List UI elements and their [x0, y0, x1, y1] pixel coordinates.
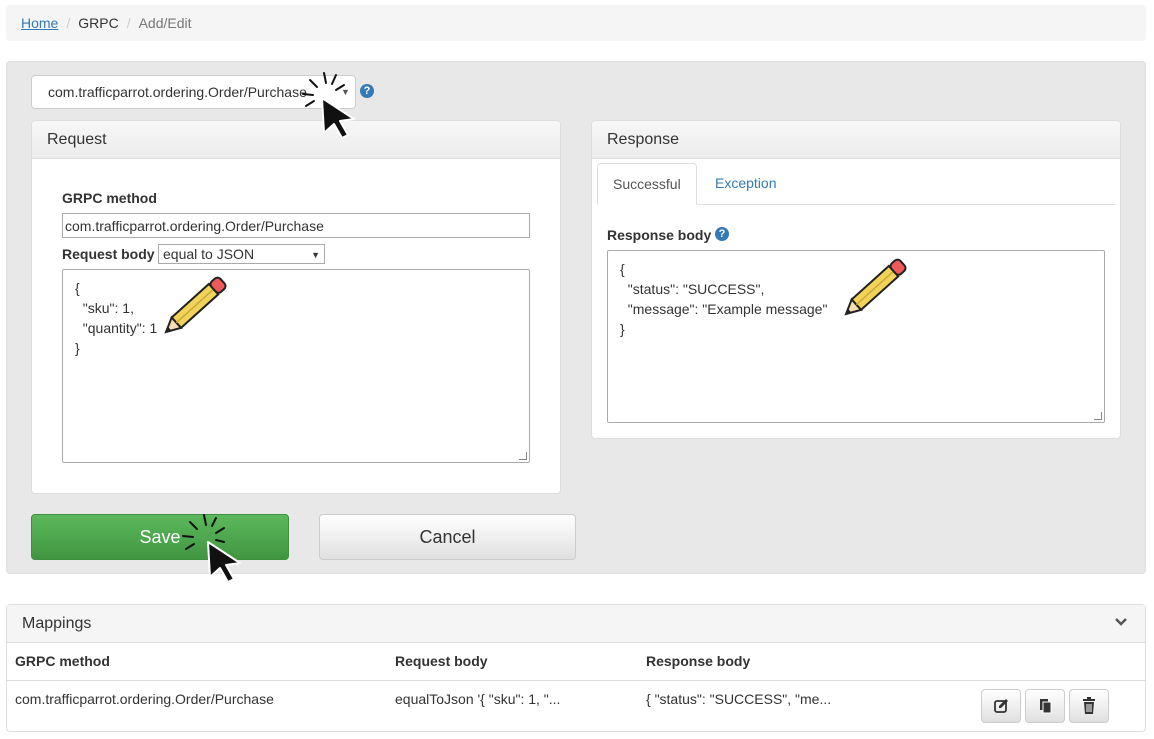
breadcrumb-grpc: GRPC	[78, 15, 119, 31]
table-divider	[7, 680, 1145, 681]
trash-icon	[1083, 697, 1095, 714]
save-button[interactable]: Save	[31, 514, 289, 560]
column-header-request-body: Request body	[395, 653, 488, 669]
table-cell-method: com.trafficparrot.ordering.Order/Purchas…	[15, 691, 274, 707]
breadcrumb-home-link[interactable]: Home	[21, 15, 58, 31]
response-panel-title: Response	[592, 121, 1120, 159]
resize-handle-icon[interactable]	[519, 452, 527, 460]
pencil-icon	[844, 258, 907, 316]
tab-exception[interactable]: Exception	[700, 163, 791, 205]
copy-mapping-button[interactable]	[1025, 689, 1065, 723]
table-cell-response: { "status": "SUCCESS", "me...	[646, 691, 832, 707]
request-body-matcher-select[interactable]: equal to JSON ▼	[158, 244, 325, 264]
delete-mapping-button[interactable]	[1069, 689, 1109, 723]
response-body-label: Response body	[607, 227, 712, 243]
mappings-header[interactable]: Mappings	[7, 605, 1145, 643]
resize-handle-icon[interactable]	[1094, 412, 1102, 420]
table-cell-request: equalToJson '{ "sku": 1, "...	[395, 691, 561, 707]
breadcrumb-current: Add/Edit	[138, 15, 192, 31]
request-body-label: Request body	[62, 246, 155, 262]
column-header-response-body: Response body	[646, 653, 751, 669]
tab-successful[interactable]: Successful	[597, 163, 697, 205]
caret-down-icon: ▼	[311, 250, 320, 260]
request-body-matcher-value: equal to JSON	[163, 246, 255, 262]
breadcrumb: Home / GRPC / Add/Edit	[6, 5, 1146, 41]
mappings-title: Mappings	[22, 615, 92, 632]
copy-icon	[1040, 699, 1052, 714]
chevron-down-icon[interactable]	[1114, 616, 1128, 628]
grpc-method-label: GRPC method	[62, 190, 157, 206]
question-icon[interactable]: ?	[715, 227, 729, 241]
cursor-icon	[207, 541, 241, 583]
breadcrumb-separator: /	[66, 15, 71, 31]
cancel-button[interactable]: Cancel	[319, 514, 576, 560]
pencil-icon	[164, 276, 227, 334]
breadcrumb-separator: /	[126, 15, 131, 31]
edit-mapping-button[interactable]	[981, 689, 1021, 723]
mappings-panel: Mappings	[6, 604, 1146, 732]
column-header-grpc-method: GRPC method	[15, 653, 110, 669]
cursor-icon	[321, 97, 355, 139]
grpc-method-input[interactable]: com.trafficparrot.ordering.Order/Purchas…	[62, 213, 530, 238]
request-body-textarea[interactable]: { "sku": 1, "quantity": 1 }	[62, 269, 530, 463]
edit-icon	[994, 699, 1008, 713]
